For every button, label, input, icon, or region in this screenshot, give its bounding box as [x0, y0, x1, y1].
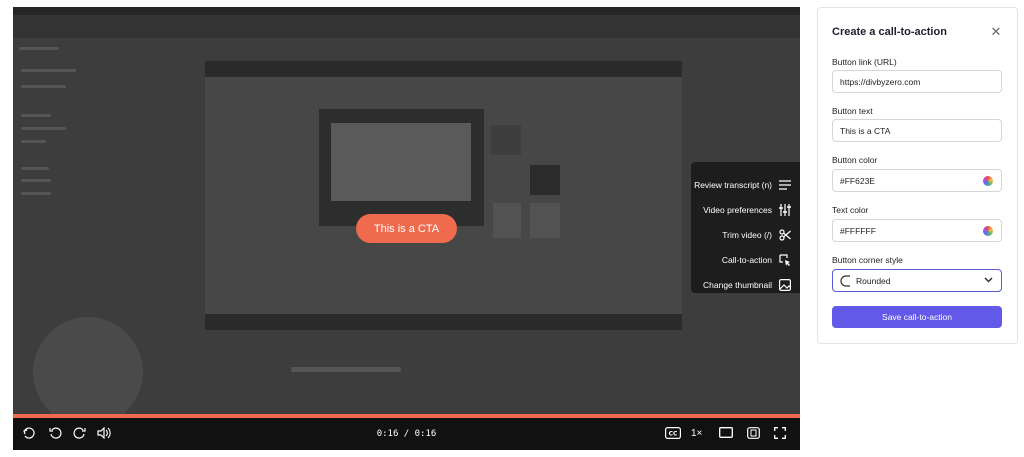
menu-trim-video[interactable]: Trim video (/)	[691, 223, 800, 247]
browser-tab-bar	[13, 7, 800, 15]
save-cta-button[interactable]: Save call-to-action	[832, 306, 1002, 328]
text-color-value: #FFFFFF	[840, 225, 876, 236]
svg-text:CC: CC	[669, 431, 678, 438]
sidebar-item	[21, 69, 76, 72]
menu-review-transcript[interactable]: Review transcript (n)	[691, 173, 800, 197]
webcam-bubble	[33, 317, 143, 427]
rounded-corner-icon	[840, 274, 850, 287]
loom-logo	[19, 47, 59, 50]
scissors-icon	[778, 228, 792, 242]
thumbnail	[491, 125, 521, 155]
inner-browser-bar	[205, 61, 682, 77]
sidebar-item	[21, 127, 66, 130]
chevron-down-icon	[984, 277, 993, 283]
sliders-icon	[778, 203, 792, 217]
captions-icon[interactable]: CC	[665, 427, 681, 439]
video-actions-menu: Review transcript (n) Video preferences …	[691, 162, 800, 293]
app-root: This is a CTA Review transcript (n) Vide…	[0, 0, 1024, 457]
color-picker-icon[interactable]	[983, 226, 993, 236]
menu-label: Review transcript (n)	[694, 180, 772, 190]
background-title-line	[291, 367, 401, 372]
text-color-label: Text color	[832, 205, 869, 215]
menu-video-preferences[interactable]: Video preferences	[691, 198, 800, 222]
inner-player-bar	[205, 314, 682, 330]
button-color-value: #FF623E	[840, 175, 875, 186]
cta-preview-button[interactable]: This is a CTA	[356, 214, 457, 243]
menu-call-to-action[interactable]: Call-to-action	[691, 248, 800, 272]
transcript-icon	[778, 178, 792, 192]
browser-toolbar	[13, 15, 800, 38]
playback-speed[interactable]: 1×	[691, 428, 702, 439]
sidebar-item	[21, 167, 49, 170]
time-display: 0:16 / 0:16	[376, 429, 437, 439]
link-label: Button link (URL)	[832, 57, 897, 67]
cursor-click-icon	[778, 253, 792, 267]
sidebar-item	[21, 179, 51, 182]
corner-style-select[interactable]: Rounded	[832, 269, 1002, 292]
panel-title: Create a call-to-action	[832, 26, 947, 38]
thumbnail	[530, 203, 560, 238]
color-picker-icon[interactable]	[983, 176, 993, 186]
sidebar-item	[21, 192, 51, 195]
button-color-label: Button color	[832, 155, 878, 165]
thumbnail	[530, 165, 560, 195]
close-icon[interactable]: ✕	[988, 24, 1004, 40]
menu-label: Change thumbnail	[703, 280, 772, 290]
pip-icon[interactable]	[747, 427, 760, 439]
corner-style-label: Button corner style	[832, 255, 903, 265]
button-color-field[interactable]: #FF623E	[832, 169, 1002, 192]
button-text-field[interactable]: This is a CTA	[832, 119, 1002, 142]
video-player[interactable]: This is a CTA Review transcript (n) Vide…	[13, 7, 800, 450]
menu-label: Call-to-action	[721, 255, 772, 265]
sidebar-item	[21, 114, 51, 117]
text-label: Button text	[832, 106, 873, 116]
cta-panel: Create a call-to-action ✕ Button link (U…	[817, 7, 1018, 344]
menu-change-thumbnail[interactable]: Change thumbnail	[691, 273, 800, 297]
sidebar-item	[21, 85, 66, 88]
menu-label: Video preferences	[703, 205, 772, 215]
theater-icon[interactable]	[719, 427, 733, 438]
menu-label: Trim video (/)	[722, 230, 772, 240]
sidebar-item	[21, 140, 46, 143]
fullscreen-icon[interactable]	[774, 427, 786, 439]
corner-style-value: Rounded	[856, 275, 891, 286]
image-icon	[778, 278, 792, 292]
inner-tweet-card	[331, 123, 471, 201]
text-color-field[interactable]: #FFFFFF	[832, 219, 1002, 242]
player-controls: 0:16 / 0:16 CC 1×	[13, 418, 800, 450]
thumbnail	[493, 203, 521, 238]
link-field[interactable]: https://divbyzero.com	[832, 70, 1002, 93]
